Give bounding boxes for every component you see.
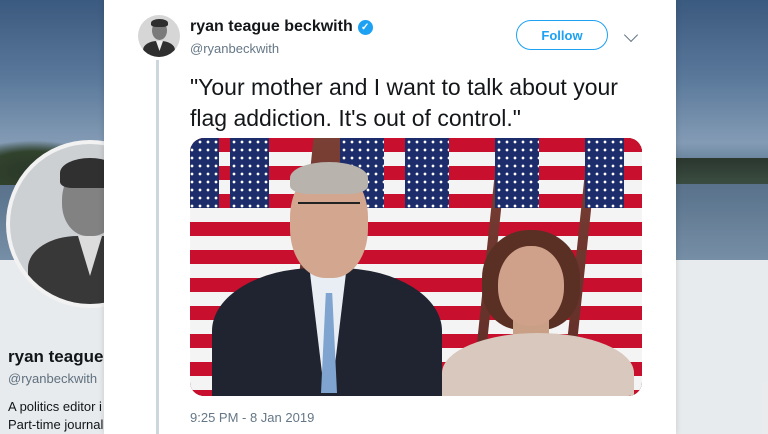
avatar[interactable] [138, 15, 180, 57]
author-handle[interactable]: @ryanbeckwith [190, 41, 279, 56]
tweet-text: "Your mother and I want to talk about yo… [190, 74, 618, 131]
tweet-timestamp[interactable]: 9:25 PM - 8 Jan 2019 [190, 410, 314, 425]
tweet-media-image[interactable] [190, 138, 642, 396]
tweet-modal: ryan teague beckwith ✓ @ryanbeckwith Fol… [104, 0, 676, 434]
chevron-down-icon[interactable] [623, 27, 639, 43]
verified-badge-icon: ✓ [357, 19, 373, 35]
author-name-row[interactable]: ryan teague beckwith ✓ [190, 18, 373, 36]
follow-button[interactable]: Follow [516, 20, 608, 50]
author-display-name[interactable]: ryan teague beckwith [190, 18, 353, 36]
thread-line [156, 60, 159, 434]
